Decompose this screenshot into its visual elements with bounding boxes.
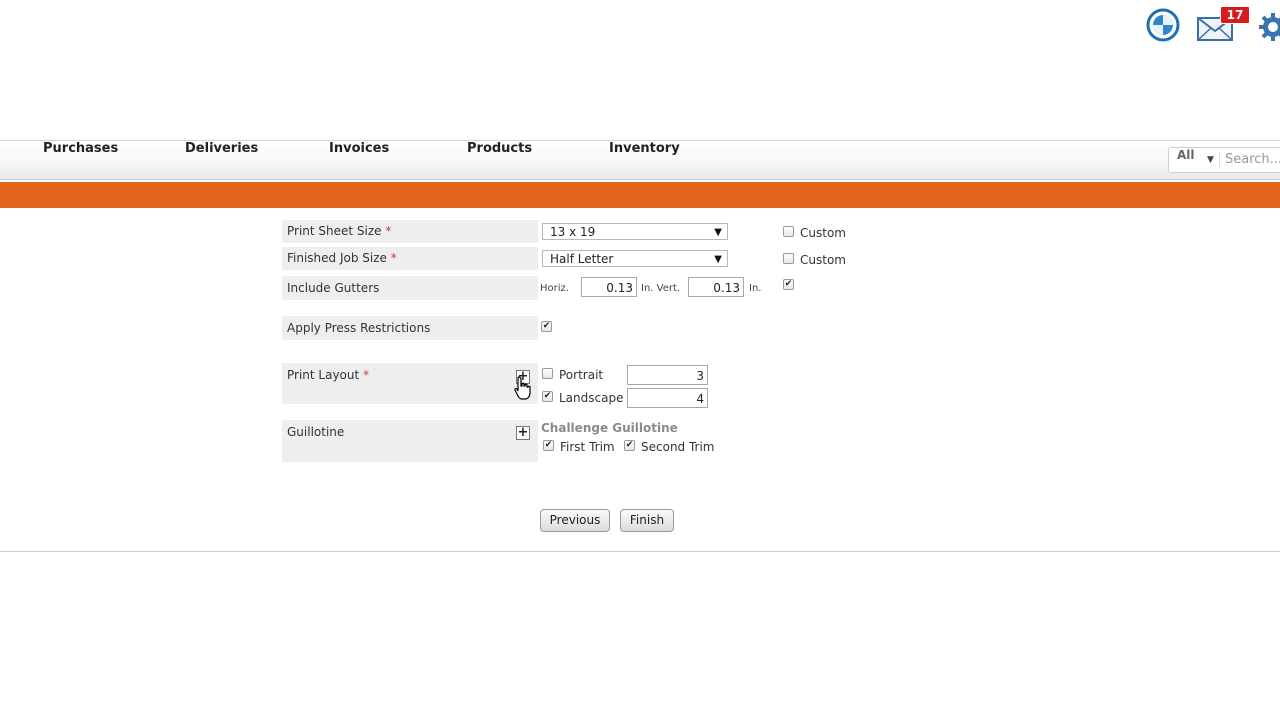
print-sheet-custom-checkbox[interactable]	[783, 226, 794, 237]
search-box: All ▼	[1168, 147, 1280, 173]
second-trim-checkbox[interactable]	[624, 440, 635, 451]
include-gutters-checkbox[interactable]	[783, 279, 794, 290]
finished-job-size-select[interactable]: Half Letter ▼	[542, 250, 728, 267]
finish-button[interactable]: Finish	[620, 509, 674, 532]
include-gutters-label: Include Gutters	[287, 281, 380, 295]
landscape-checkbox[interactable]	[542, 391, 553, 402]
portrait-label: Portrait	[559, 368, 604, 382]
notification-badge: 17	[1220, 6, 1250, 24]
nav-item-purchases[interactable]: Purchases	[43, 141, 118, 179]
accent-bar	[0, 182, 1280, 208]
first-trim-label: First Trim	[560, 440, 615, 454]
include-gutters-label-cell: Include Gutters	[282, 276, 538, 300]
print-layout-label-cell: Print Layout *	[282, 363, 538, 404]
print-sheet-size-select[interactable]: 13 x 19 ▼	[542, 223, 728, 240]
print-sheet-size-label: Print Sheet Size	[287, 224, 382, 238]
gear-icon[interactable]	[1258, 12, 1280, 42]
dropdown-arrow-icon: ▼	[714, 254, 722, 265]
press-restrictions-label: Apply Press Restrictions	[287, 321, 431, 335]
second-trim-label: Second Trim	[641, 440, 715, 454]
vert-unit-label: In.	[749, 283, 762, 294]
main-nav: Purchases Deliveries Invoices Products I…	[0, 140, 1280, 180]
print-sheet-size-label-cell: Print Sheet Size *	[282, 220, 538, 243]
search-input[interactable]	[1225, 150, 1280, 168]
hand-cursor-icon	[514, 376, 531, 400]
search-scope-select[interactable]: All	[1177, 148, 1195, 172]
portrait-checkbox[interactable]	[542, 368, 553, 379]
guillotine-label-cell: Guillotine	[282, 420, 538, 462]
landscape-label: Landscape	[559, 391, 624, 405]
footer-divider	[0, 551, 1280, 552]
first-trim-checkbox[interactable]	[543, 440, 554, 451]
required-mark: *	[385, 224, 392, 238]
dropdown-arrow-icon: ▼	[714, 227, 722, 238]
globe-help-icon[interactable]	[1146, 8, 1180, 42]
required-mark: *	[363, 368, 370, 382]
caret-down-icon[interactable]: ▼	[1207, 148, 1214, 172]
finished-job-size-value: Half Letter	[550, 252, 614, 266]
print-sheet-size-value: 13 x 19	[550, 225, 596, 239]
search-divider	[1219, 152, 1220, 168]
finished-job-size-label: Finished Job Size	[287, 251, 387, 265]
print-sheet-custom-label: Custom	[800, 226, 846, 240]
print-layout-label: Print Layout	[287, 368, 360, 382]
press-restrictions-label-cell: Apply Press Restrictions	[282, 316, 538, 340]
nav-item-products[interactable]: Products	[467, 141, 532, 179]
vert-label: In. Vert.	[641, 283, 681, 294]
guillotine-expand-button[interactable]: +	[516, 426, 530, 440]
guillotine-label: Guillotine	[287, 425, 345, 439]
gutter-vert-input[interactable]: 0.13	[688, 277, 744, 297]
gutter-horiz-input[interactable]: 0.13	[581, 277, 637, 297]
finished-job-custom-checkbox[interactable]	[783, 253, 794, 264]
nav-item-inventory[interactable]: Inventory	[609, 141, 680, 179]
horiz-label: Horiz.	[540, 283, 569, 294]
nav-item-deliveries[interactable]: Deliveries	[185, 141, 258, 179]
header-icons: 17	[1146, 6, 1280, 46]
press-restrictions-checkbox[interactable]	[541, 321, 552, 332]
finished-job-custom-label: Custom	[800, 253, 846, 267]
nav-item-invoices[interactable]: Invoices	[329, 141, 389, 179]
finished-job-size-label-cell: Finished Job Size *	[282, 247, 538, 270]
landscape-count-input[interactable]: 4	[627, 388, 708, 408]
required-mark: *	[390, 251, 397, 265]
guillotine-section-title: Challenge Guillotine	[541, 421, 678, 435]
previous-button[interactable]: Previous	[540, 509, 610, 532]
portrait-count-input[interactable]: 3	[627, 365, 708, 385]
